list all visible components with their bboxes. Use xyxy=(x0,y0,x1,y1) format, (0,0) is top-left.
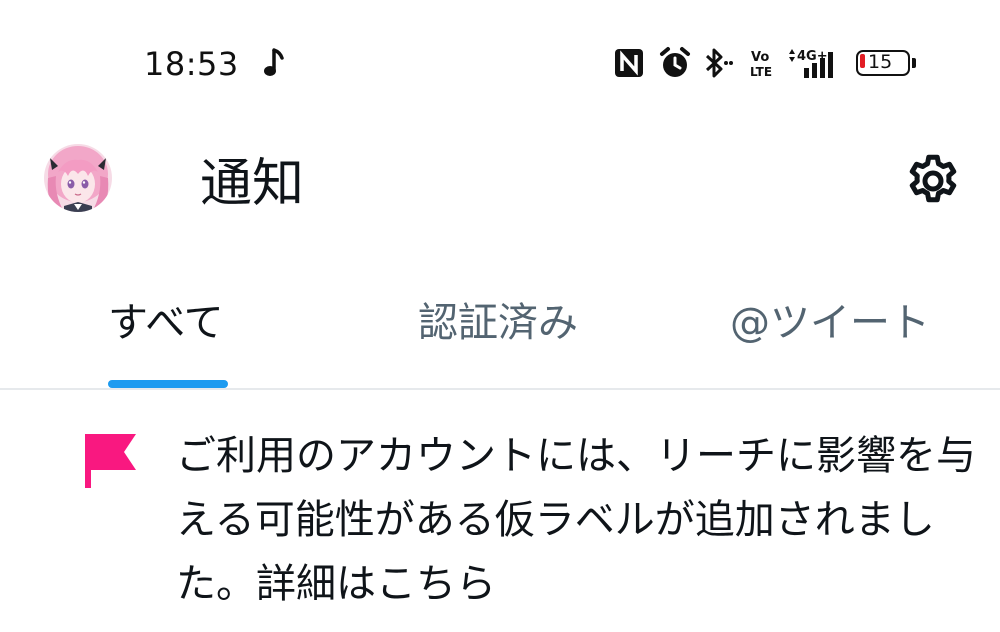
status-bar: 18:53 Vo LTE 4G+ 15 xyxy=(0,0,1000,120)
page-title: 通知 xyxy=(200,154,305,214)
volte-icon: Vo LTE xyxy=(750,46,776,80)
4g-signal-icon: 4G+ xyxy=(786,46,842,80)
tab-verified[interactable]: 認証済み xyxy=(418,294,588,388)
flag-icon xyxy=(82,430,138,490)
gear-icon xyxy=(903,151,963,215)
tab-all-label: すべて xyxy=(108,300,224,346)
notification-item[interactable]: ご利用のアカウントには、リーチに影響を与える可能性がある仮ラベルが追加されました… xyxy=(0,410,1000,632)
music-note-icon xyxy=(262,46,286,80)
battery-level-fill xyxy=(860,54,865,68)
battery-icon: 15 xyxy=(856,50,918,78)
notification-text: ご利用のアカウントには、リーチに影響を与える可能性がある仮ラベルが追加されました… xyxy=(176,433,976,607)
header: 通知 xyxy=(0,120,1000,250)
clock: 18:53 xyxy=(144,45,239,83)
active-tab-indicator xyxy=(108,380,228,388)
tab-all[interactable]: すべて xyxy=(108,294,228,388)
tab-mentions-label: @ツイート xyxy=(730,300,930,346)
nfc-icon xyxy=(614,46,644,80)
avatar[interactable] xyxy=(44,144,112,212)
bluetooth-icon xyxy=(700,46,734,80)
battery-level: 15 xyxy=(868,51,893,73)
svg-text:Vo: Vo xyxy=(751,50,769,65)
settings-button[interactable] xyxy=(896,146,970,220)
tab-mentions[interactable]: @ツイート xyxy=(730,294,940,388)
alarm-icon xyxy=(658,46,692,80)
tab-bar: すべて 認証済み @ツイート xyxy=(0,280,1000,390)
tab-verified-label: 認証済み xyxy=(418,300,578,346)
svg-text:LTE: LTE xyxy=(750,65,772,79)
